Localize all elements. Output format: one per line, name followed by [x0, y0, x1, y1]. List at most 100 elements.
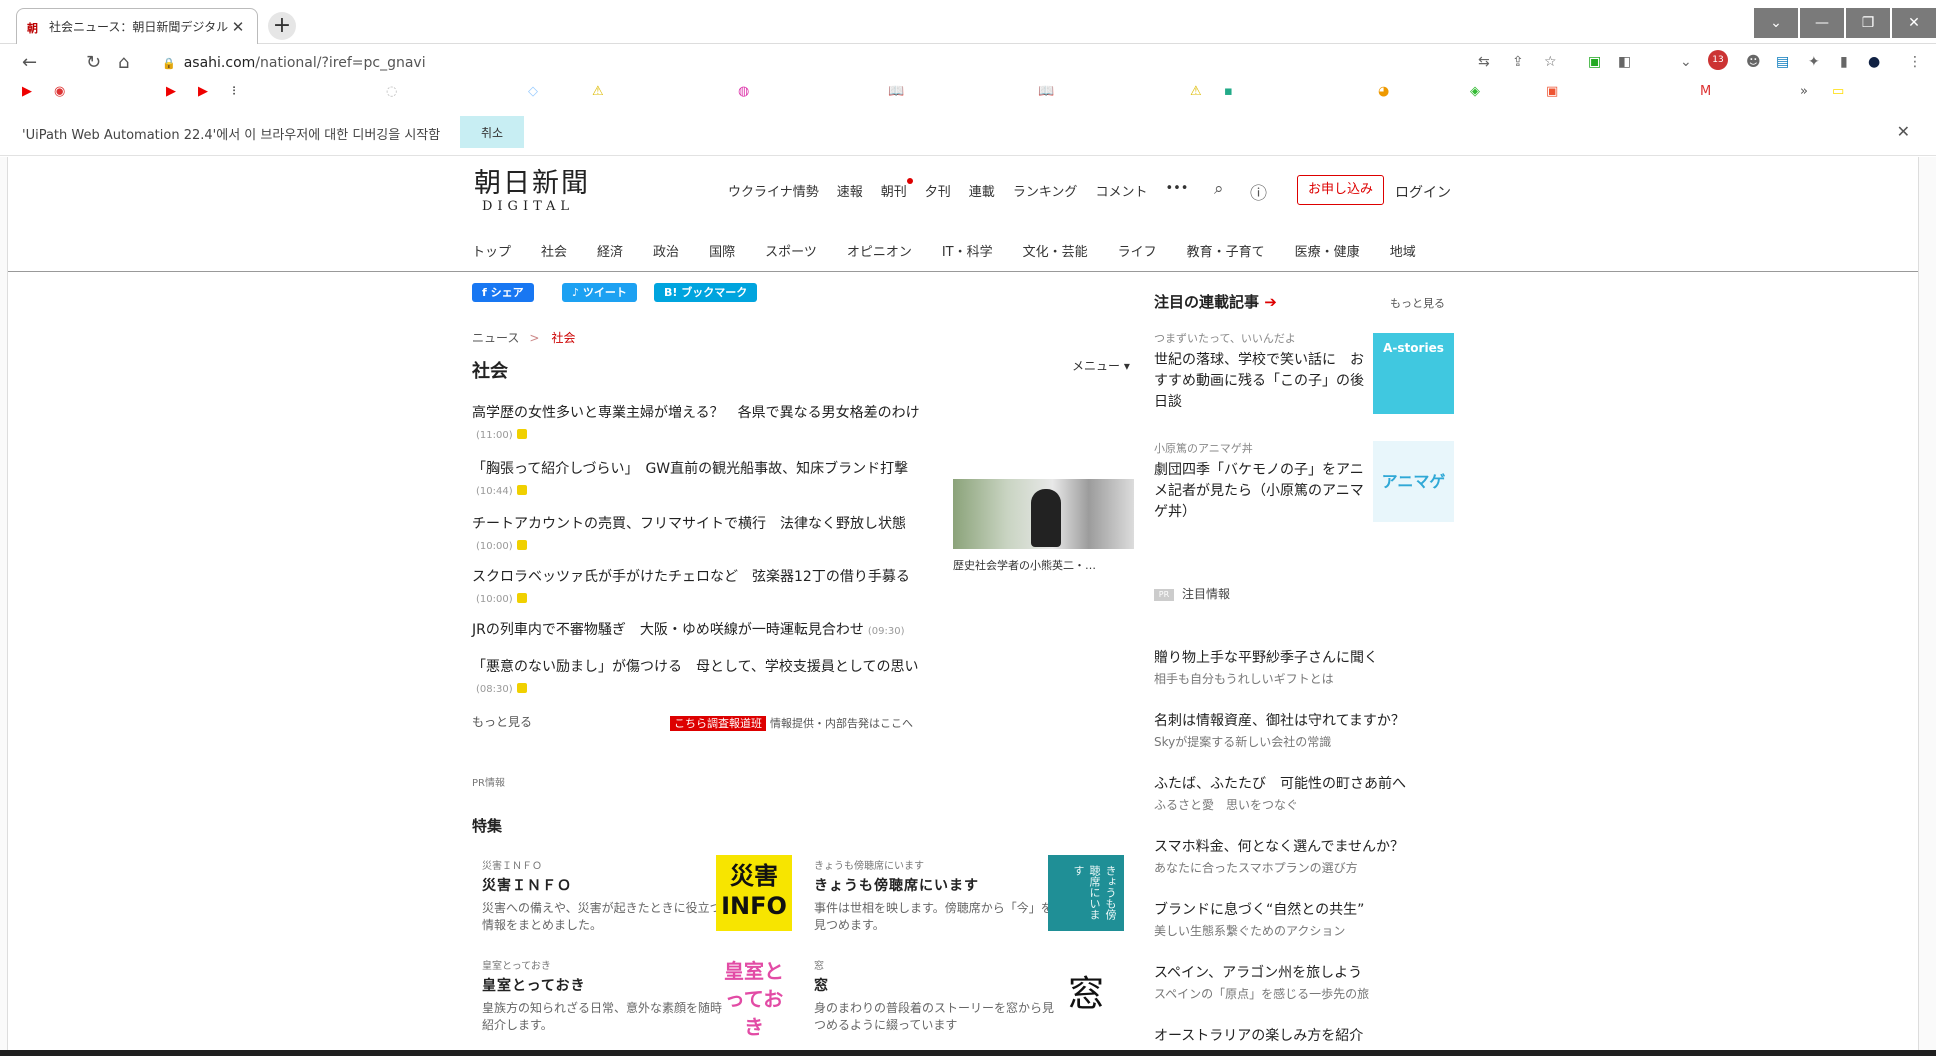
cat-top[interactable]: トップ [472, 241, 511, 260]
feature-card[interactable]: 窓 窓 身のまわりの普段着のストーリーを窓から見つめるように綴っています [814, 957, 1054, 1034]
sponsored-link[interactable]: 贈り物上手な平野紗季子さんに聞く 相手も自分もうれしいギフトとは [1154, 647, 1434, 687]
cat-politics[interactable]: 政治 [653, 241, 679, 260]
warning-icon[interactable]: ⚠ [592, 84, 604, 100]
new-tab-button[interactable]: + [268, 12, 296, 40]
cat-culture[interactable]: 文化・芸能 [1023, 241, 1088, 260]
book-icon[interactable]: 📖 [888, 84, 904, 100]
topnav-comment[interactable]: コメント [1095, 181, 1147, 200]
sponsored-link[interactable]: スペイン、アラゴン州を旅しよう スペインの「原点」を感じる一歩先の旅 [1154, 962, 1434, 1002]
feature-card[interactable]: 災害ＩＮＦＯ 災害ＩＮＦＯ 災害への備えや、災害が起きたときに役立つ情報をまとめ… [482, 857, 722, 934]
extension-icon[interactable]: ☻ [1746, 54, 1761, 70]
sponsored-link[interactable]: 名刺は情報資産、御社は守れてますか？ Skyが提案する新しい会社の常識 [1154, 710, 1434, 750]
extension-badge-icon[interactable]: 13 [1708, 50, 1728, 70]
feature-card[interactable]: 皇室とっておき 皇室とっておき 皇族方の知られざる日常、意外な素顔を随時紹介しま… [482, 957, 722, 1034]
window-menu-button[interactable]: ⌄ [1754, 8, 1798, 38]
bookmark-icon[interactable]: ▪ [1224, 84, 1233, 100]
feature-thumbnail[interactable]: 皇室とっておき [716, 957, 792, 1039]
bookmark-icon[interactable]: ⁝ [232, 84, 236, 100]
sidebar-more-link[interactable]: もっと見る [1390, 295, 1445, 311]
bookmark-icon[interactable]: ◍ [738, 84, 749, 100]
topnav-ranking[interactable]: ランキング [1013, 181, 1078, 200]
cat-education[interactable]: 教育・子育て [1187, 241, 1265, 260]
profile-avatar[interactable]: ● [1868, 54, 1880, 70]
gmail-icon[interactable]: M [1700, 84, 1711, 100]
search-icon[interactable]: ⌕ [1214, 179, 1224, 199]
feature-thumbnail[interactable]: 災害INFO [716, 855, 792, 931]
url-field[interactable]: 🔒 asahi.com/national/?iref=pc_gnavi [162, 50, 426, 77]
sidepanel-icon[interactable]: ▮ [1840, 54, 1848, 70]
close-infobar-icon[interactable]: ✕ [1897, 122, 1910, 141]
more-bookmarks-icon[interactable]: » [1800, 84, 1808, 100]
sponsored-link[interactable]: スマホ料金、何となく選んでませんか？ あなたに合ったスマホプランの選び方 [1154, 836, 1434, 876]
folder-icon[interactable]: ▭ [1832, 84, 1844, 100]
reload-icon[interactable]: ↻ [86, 52, 101, 73]
bookmark-icon[interactable]: ◈ [1470, 84, 1480, 100]
youtube-icon[interactable]: ▶ [198, 84, 208, 100]
topnav-more[interactable]: ••• [1165, 181, 1188, 200]
cat-it-science[interactable]: IT・科学 [942, 241, 993, 260]
cat-society[interactable]: 社会 [541, 241, 567, 260]
topnav-morning[interactable]: 朝刊 [881, 178, 913, 200]
restore-button[interactable]: ❐ [1846, 8, 1890, 38]
news-item[interactable]: スクロラベッツァ氏が手がけたチェロなど 弦楽器12丁の借り手募る (10:00) [472, 567, 942, 610]
news-item[interactable]: 「胸張って紹介しづらい」 GW直前の観光船事故、知床ブランド打撃(10:44) [472, 459, 942, 502]
debug-cancel-button[interactable]: 취소 [460, 116, 524, 148]
facebook-share-button[interactable]: f シェア [472, 283, 534, 302]
uipath-extension-icon[interactable]: ▤ [1776, 54, 1789, 70]
minimize-button[interactable]: — [1800, 8, 1844, 38]
bookmark-icon[interactable]: ◇ [528, 84, 538, 100]
cat-life[interactable]: ライフ [1118, 241, 1157, 260]
extension-icon[interactable]: ⌄ [1680, 54, 1692, 70]
series-thumbnail[interactable]: A-stories [1373, 333, 1454, 414]
bookmark-icon[interactable]: ◉ [54, 84, 65, 100]
more-news-link[interactable]: もっと見る [472, 713, 532, 730]
star-icon[interactable]: ☆ [1544, 54, 1557, 70]
help-icon[interactable]: ⓘ [1250, 179, 1267, 204]
share-icon[interactable]: ⇪ [1512, 54, 1524, 70]
extension-icon[interactable]: ▣ [1588, 54, 1601, 70]
puzzle-icon[interactable]: ✦ [1808, 54, 1820, 70]
breadcrumb-root[interactable]: ニュース [472, 331, 519, 345]
topnav-breaking[interactable]: 速報 [837, 181, 863, 200]
twitter-share-button[interactable]: ♪ ツイート [562, 283, 637, 302]
feature-card[interactable]: きょうも傍聴席にいます きょうも傍聴席にいます 事件は世相を映します。傍聴席から… [814, 857, 1054, 934]
back-icon[interactable]: ← [22, 52, 37, 73]
series-item[interactable]: つまずいたって、いいんだよ 世紀の落球、学校で笑い話に おすすめ動画に残る「この… [1154, 330, 1364, 413]
kebab-menu-icon[interactable]: ⋮ [1908, 54, 1922, 70]
section-menu[interactable]: メニュー ▾ [1072, 357, 1130, 374]
cat-sports[interactable]: スポーツ [765, 241, 817, 260]
sponsored-link[interactable]: ふたば、ふたたび 可能性の町さあ前へ ふるさと愛 思いをつなぐ [1154, 773, 1434, 813]
browser-tab[interactable]: 朝 社会ニュース：朝日新聞デジタル ✕ [16, 8, 258, 44]
subscribe-button[interactable]: お申し込み [1297, 175, 1384, 205]
series-thumbnail[interactable]: アニマゲ [1373, 441, 1454, 522]
translate-icon[interactable]: ⇆ [1478, 54, 1490, 70]
cat-health[interactable]: 医療・健康 [1295, 241, 1360, 260]
youtube-icon[interactable]: ▶ [22, 84, 32, 100]
news-item[interactable]: チートアカウントの売買、フリマサイトで横行 法律なく野放し状態 (10:00) [472, 514, 942, 557]
book-icon[interactable]: 📖 [1038, 84, 1054, 100]
login-link[interactable]: ログイン [1395, 182, 1451, 202]
news-item[interactable]: 「悪意のない励まし」が傷つける 母として、学校支援員としての思い(08:30) [472, 657, 942, 700]
topnav-evening[interactable]: 夕刊 [925, 181, 951, 200]
youtube-icon[interactable]: ▶ [166, 84, 176, 100]
sponsored-link[interactable]: オーストラリアの楽しみ方を紹介 [1154, 1025, 1434, 1045]
topnav-series[interactable]: 連載 [969, 181, 995, 200]
feature-thumbnail[interactable]: 窓 [1048, 957, 1124, 1033]
bookmark-icon[interactable]: ◕ [1378, 84, 1389, 100]
news-item[interactable]: 高学歴の女性多いと専業主婦が増える？ 各県で異なる男女格差のわけ (11:00) [472, 403, 942, 446]
tab-close-icon[interactable]: ✕ [229, 18, 247, 36]
cat-opinion[interactable]: オピニオン [847, 241, 912, 260]
photo-caption[interactable]: 歴史社会学者の小熊英二・… [953, 557, 1096, 573]
cat-economy[interactable]: 経済 [597, 241, 623, 260]
site-logo[interactable]: 朝日新聞 DIGITAL [474, 169, 590, 215]
cat-region[interactable]: 地域 [1390, 241, 1416, 260]
bookmark-icon[interactable]: ▣ [1546, 84, 1558, 100]
series-item[interactable]: 小原篤のアニマゲ丼 劇団四季「バケモノの子」をアニメ記者が見たら（小原篤のアニマ… [1154, 440, 1364, 523]
tip-link[interactable]: こちら調査報道班 情報提供・内部告発はここへ [670, 715, 913, 731]
sidebar-heading[interactable]: 注目の連載記事 ➔ [1154, 291, 1277, 312]
close-window-button[interactable]: ✕ [1892, 8, 1936, 38]
globe-icon[interactable]: ◌ [386, 84, 397, 100]
sponsored-link[interactable]: ブランドに息づく“自然との共生” 美しい生態系繋ぐためのアクション [1154, 899, 1434, 939]
news-photo[interactable] [953, 479, 1134, 549]
scrollbar[interactable] [1918, 157, 1936, 1056]
